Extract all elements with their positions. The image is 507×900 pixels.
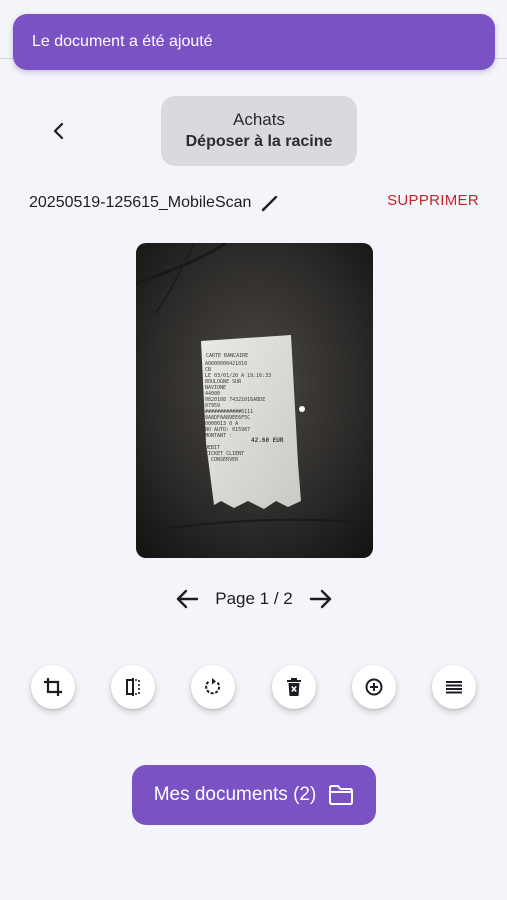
list-icon [446, 681, 462, 694]
toast-message: Le document a été ajouté [32, 33, 213, 50]
pencil-icon [262, 195, 278, 212]
add-circle-icon [365, 678, 383, 696]
reorder-button[interactable] [432, 665, 476, 709]
page-indicator: Page 1 / 2 [215, 589, 293, 608]
document-preview[interactable]: CARTE BANCAIRE A0000000421010 CB LE 03/0… [136, 243, 373, 558]
destination-button[interactable]: Achats Déposer à la racine [161, 96, 357, 166]
edit-filename-button[interactable] [259, 192, 281, 214]
arrow-left-icon [176, 589, 199, 609]
next-page-button[interactable] [307, 585, 335, 613]
success-toast: Le document a été ajouté [13, 14, 495, 70]
chevron-left-icon [53, 122, 64, 140]
destination-folder: Achats [233, 110, 285, 129]
receipt-line: MONTANT : [205, 433, 232, 439]
receipt-line: A CONSERVER [205, 457, 239, 463]
receipt-line: CARTE BANCAIRE [206, 353, 248, 359]
arrow-right-icon [309, 589, 332, 609]
receipt-amount: 42.60 EUR [251, 437, 284, 444]
scan-review-screen: Le document a été ajouté Achats Déposer … [0, 0, 507, 900]
compare-button[interactable] [111, 665, 155, 709]
filename-row: 20250519-125615_MobileScan [29, 191, 281, 215]
rotate-icon [205, 678, 221, 695]
folder-icon [328, 784, 354, 806]
delete-document-button[interactable]: SUPPRIMER [387, 192, 479, 209]
previous-page-button[interactable] [173, 585, 201, 613]
rotate-button[interactable] [191, 665, 235, 709]
split-view-icon [126, 678, 140, 696]
crop-icon [44, 678, 62, 696]
back-button[interactable] [44, 116, 74, 146]
receipt-photo: CARTE BANCAIRE A0000000421010 CB LE 03/0… [136, 243, 373, 558]
destination-action: Déposer à la racine [185, 133, 333, 150]
crop-button[interactable] [31, 665, 75, 709]
document-filename: 20250519-125615_MobileScan [29, 194, 252, 211]
delete-page-button[interactable] [272, 665, 316, 709]
page-navigator: Page 1 / 2 [173, 585, 335, 613]
add-page-button[interactable] [352, 665, 396, 709]
my-documents-button[interactable]: Mes documents (2) [132, 765, 376, 825]
trash-icon [287, 678, 301, 696]
receipt-line: A0000000421010 [205, 361, 247, 367]
my-documents-label: Mes documents (2) [153, 784, 317, 805]
